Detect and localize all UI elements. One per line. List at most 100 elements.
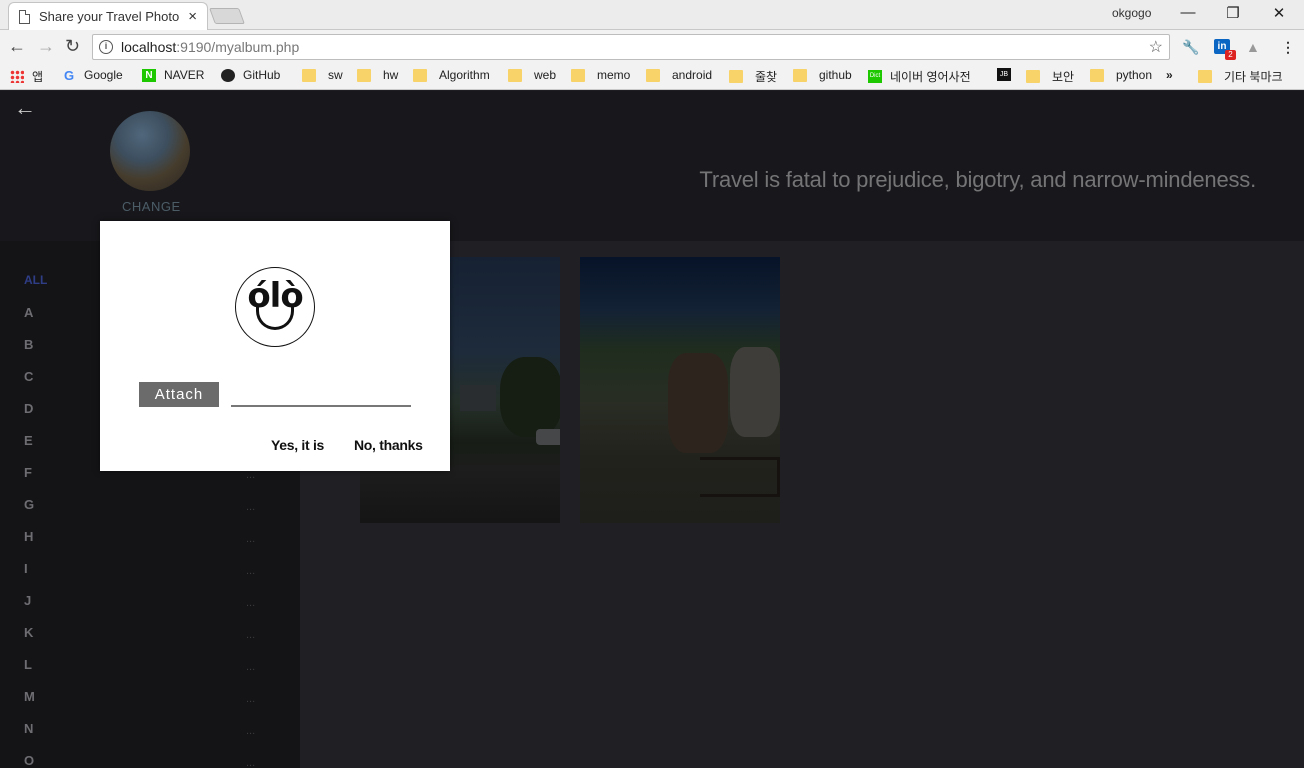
dim-overlay: [580, 257, 780, 523]
attach-input[interactable]: [231, 389, 411, 407]
bookmark-algorithm[interactable]: Algorithm: [413, 68, 490, 82]
folder-icon: [1026, 70, 1040, 83]
bookmark-python[interactable]: python: [1090, 68, 1152, 82]
filter-letter[interactable]: D: [24, 401, 33, 416]
letter-count-dots: ...: [246, 725, 256, 737]
bookmark-label: 기타 북마크: [1224, 70, 1283, 84]
new-tab-button[interactable]: [209, 8, 245, 24]
back-icon[interactable]: ←: [8, 36, 26, 57]
bookmark-security[interactable]: 보안: [1026, 68, 1074, 85]
google-icon: G: [63, 67, 75, 83]
profile-avatar[interactable]: [110, 111, 190, 191]
album-photo[interactable]: [580, 257, 780, 523]
filter-letter[interactable]: E: [24, 433, 33, 448]
github-icon: [221, 68, 235, 82]
bookmark-label: memo: [597, 68, 631, 82]
letter-count-dots: ...: [246, 565, 256, 577]
filter-letter[interactable]: J: [24, 593, 31, 608]
bookmark-label: 줄찾: [755, 70, 778, 84]
bookmark-other[interactable]: 기타 북마크: [1198, 68, 1283, 85]
folder-icon: [357, 68, 371, 82]
tab-close-icon[interactable]: ×: [188, 8, 197, 25]
bookmark-label: GitHub: [243, 68, 281, 82]
confirm-button[interactable]: Yes, it is: [271, 437, 324, 453]
folder-icon: [1090, 68, 1104, 82]
letter-count-dots: ...: [246, 501, 256, 513]
drive-icon[interactable]: ▲: [1246, 39, 1260, 55]
smile-icon: [256, 306, 294, 330]
filter-letter[interactable]: K: [24, 625, 33, 640]
url-host: localhost: [121, 39, 177, 55]
close-window-icon[interactable]: ✕: [1267, 4, 1291, 22]
travel-quote: Travel is fatal to prejudice, bigotry, a…: [699, 167, 1256, 192]
bookmark-web[interactable]: web: [508, 68, 556, 82]
bookmark-label: NAVER: [164, 68, 205, 82]
jb-icon: JB: [997, 68, 1011, 81]
filter-letter[interactable]: F: [24, 465, 32, 480]
filter-letter[interactable]: I: [24, 561, 28, 576]
tab-bar: Share your Travel Photo × okgogo — ❐ ✕: [0, 0, 1304, 30]
letter-count-dots: ...: [246, 629, 256, 641]
bookmark-apps[interactable]: 앱: [10, 68, 43, 85]
filter-letter[interactable]: N: [24, 721, 33, 736]
cancel-button[interactable]: No, thanks: [354, 437, 423, 453]
bookmark-naver-dictionary[interactable]: Dict 네이버 영어사전: [868, 68, 971, 85]
toolbar: ← → ↻ i localhost :9190/myalbum.php ☆ 🔧 …: [0, 30, 1304, 63]
letter-count-dots: ...: [246, 661, 256, 673]
restore-icon[interactable]: ❐: [1221, 4, 1245, 22]
bookmark-favorites[interactable]: 줄찾: [729, 68, 777, 85]
bookmark-label: Google: [84, 68, 123, 82]
bookmark-label: sw: [328, 68, 343, 82]
wrench-icon[interactable]: 🔧: [1182, 39, 1199, 56]
reload-icon[interactable]: ↻: [65, 36, 80, 57]
bookmark-label: web: [534, 68, 557, 82]
filter-letter[interactable]: H: [24, 529, 33, 544]
folder-icon: [571, 68, 585, 82]
bookmark-label: python: [1116, 68, 1153, 82]
bookmark-google[interactable]: G Google: [62, 68, 123, 82]
bookmark-github-folder[interactable]: github: [793, 68, 852, 82]
forward-icon[interactable]: →: [37, 36, 55, 57]
filter-letter[interactable]: B: [24, 337, 33, 352]
back-arrow-icon[interactable]: ←: [14, 95, 36, 121]
filter-letter[interactable]: A: [24, 305, 33, 320]
folder-icon: [508, 68, 522, 82]
naver-icon: N: [142, 68, 156, 82]
letter-count-dots: ...: [246, 757, 256, 768]
bookmark-memo[interactable]: memo: [571, 68, 630, 82]
filter-all[interactable]: ALL: [24, 273, 47, 287]
bookmark-hw[interactable]: hw: [357, 68, 398, 82]
bookmark-label: android: [672, 68, 713, 82]
olo-logo: ólò: [235, 267, 315, 347]
bookmark-star-icon[interactable]: ☆: [1149, 37, 1163, 57]
bookmark-naver[interactable]: N NAVER: [142, 68, 204, 82]
change-avatar-link[interactable]: CHANGE: [122, 199, 181, 214]
filter-letter[interactable]: L: [24, 657, 32, 672]
menu-icon[interactable]: ⋮: [1281, 39, 1295, 56]
filter-letter[interactable]: C: [24, 369, 33, 384]
folder-icon: [729, 70, 743, 83]
letter-count-dots: ...: [246, 597, 256, 609]
address-bar[interactable]: i localhost :9190/myalbum.php ☆: [92, 34, 1170, 60]
profile-name[interactable]: okgogo: [1112, 6, 1151, 20]
bookmark-github[interactable]: GitHub: [221, 68, 280, 82]
folder-icon: [302, 68, 316, 82]
browser-tab[interactable]: Share your Travel Photo ×: [8, 2, 208, 30]
bookmark-label: 네이버 영어사전: [890, 70, 971, 84]
filter-letter[interactable]: G: [24, 497, 34, 512]
bookmark-jb[interactable]: JB: [997, 68, 1019, 81]
bookmark-android[interactable]: android: [646, 68, 712, 82]
info-icon[interactable]: i: [99, 40, 113, 54]
folder-icon: [646, 68, 660, 82]
bookmark-label: hw: [383, 68, 399, 82]
bookmark-label: 앱: [32, 70, 44, 84]
filter-letter[interactable]: M: [24, 689, 35, 704]
filter-letter[interactable]: O: [24, 753, 34, 768]
bookmark-sw[interactable]: sw: [302, 68, 343, 82]
apps-icon: [10, 70, 24, 83]
attach-button[interactable]: Attach: [139, 382, 219, 407]
folder-icon: [1198, 70, 1212, 83]
attach-dialog: ólò Attach Yes, it is No, thanks: [100, 221, 450, 471]
bookmarks-overflow-button[interactable]: »: [1166, 68, 1173, 82]
minimize-icon[interactable]: —: [1176, 4, 1200, 21]
